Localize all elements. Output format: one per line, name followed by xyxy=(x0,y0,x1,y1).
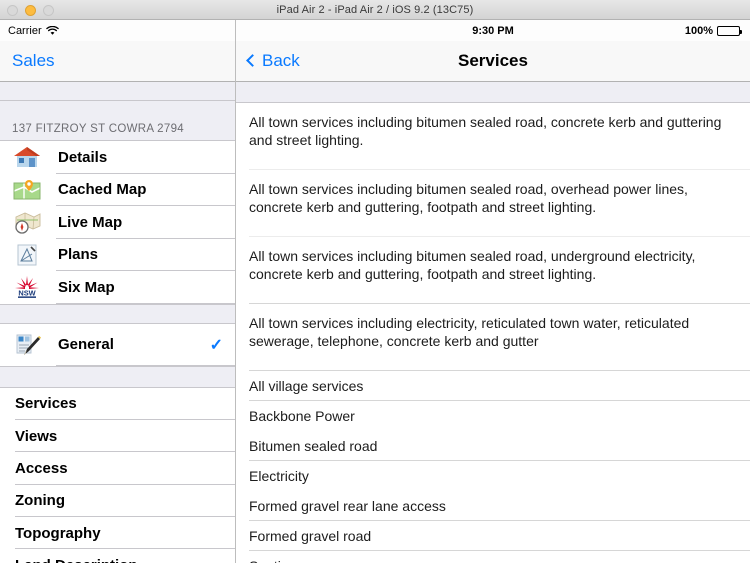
sidebar-item-label: Zoning xyxy=(15,492,65,510)
sidebar-item-label: Views xyxy=(15,427,58,445)
detail-status-bar: 9:30 PM 100% xyxy=(236,20,750,41)
list-item[interactable]: Bitumen sealed road xyxy=(236,431,750,461)
carrier-status: Carrier xyxy=(8,25,59,37)
maximize-button[interactable] xyxy=(43,4,54,16)
sidebar-item-views[interactable]: Views xyxy=(0,419,235,453)
sidebar-item-zoning[interactable]: Zoning xyxy=(0,484,235,518)
nsw-government-icon: NSW xyxy=(10,272,44,302)
list-item[interactable]: All village services xyxy=(236,371,750,401)
back-button[interactable]: Back xyxy=(246,51,300,71)
compass-map-icon xyxy=(10,207,44,237)
list-item[interactable]: Formed gravel road xyxy=(236,521,750,551)
list-item-text: All town services including bitumen seal… xyxy=(249,181,688,215)
sidebar-group-gap-2 xyxy=(0,365,235,388)
list-item-text: All town services including bitumen seal… xyxy=(249,114,722,148)
list-item-text: Bitumen sealed road xyxy=(249,438,378,454)
sidebar-item-access[interactable]: Access xyxy=(0,452,235,486)
sidebar-item-general[interactable]: General ✓ xyxy=(0,323,235,366)
device-screen: Carrier Sales 137 FITZROY ST COWRA 2794 xyxy=(0,20,750,563)
list-item[interactable]: Formed gravel rear lane access xyxy=(236,491,750,521)
svg-text:NSW: NSW xyxy=(18,289,35,298)
list-item[interactable]: All town services including bitumen seal… xyxy=(236,103,750,170)
list-item-text: All village services xyxy=(249,378,364,394)
sidebar-item-cached-map[interactable]: Cached Map xyxy=(0,173,235,206)
checkmark-icon: ✓ xyxy=(209,336,223,354)
property-address-header: 137 FITZROY ST COWRA 2794 xyxy=(0,101,235,141)
sidebar-item-label: Details xyxy=(58,148,108,166)
sidebar-navbar: Sales xyxy=(0,41,235,82)
sidebar-item-label: Cached Map xyxy=(58,181,147,199)
list-item[interactable]: All town services including electricity,… xyxy=(236,304,750,371)
sidebar-item-label: Services xyxy=(15,395,77,413)
sidebar-item-details[interactable]: Details xyxy=(0,141,235,174)
sidebar-item-label: Land Description xyxy=(15,557,138,563)
map-pin-icon xyxy=(10,175,44,205)
detail-panel: 9:30 PM 100% Back Services All town serv… xyxy=(236,20,750,563)
sidebar-item-label: Access xyxy=(15,459,68,477)
carrier-label: Carrier xyxy=(8,24,42,37)
detail-top-band xyxy=(236,82,750,103)
sidebar-item-label: General xyxy=(58,336,114,353)
list-item-text: All town services including electricity,… xyxy=(249,315,690,349)
page-title: Services xyxy=(458,51,528,70)
sidebar-panel: Carrier Sales 137 FITZROY ST COWRA 2794 xyxy=(0,20,236,563)
house-icon xyxy=(10,142,44,172)
battery-percent-label: 100% xyxy=(684,24,713,37)
detail-navbar: Back Services xyxy=(236,41,750,82)
sidebar-item-plans[interactable]: Plans xyxy=(0,238,235,271)
window-controls xyxy=(7,0,54,20)
sidebar-item-land-description[interactable]: Land Description xyxy=(0,549,235,563)
minimize-button[interactable] xyxy=(25,4,36,16)
sidebar-status-bar: Carrier xyxy=(0,20,235,41)
list-item-text: Formed gravel road xyxy=(249,528,372,544)
services-list[interactable]: All town services including bitumen seal… xyxy=(236,103,750,563)
status-time: 9:30 PM xyxy=(472,24,514,37)
sidebar-item-live-map[interactable]: Live Map xyxy=(0,206,235,239)
sidebar-item-label: Live Map xyxy=(58,213,123,231)
sidebar-item-label: Six Map xyxy=(58,278,115,296)
chevron-left-icon xyxy=(246,54,259,67)
sidebar-item-six-map[interactable]: NSW Six Map xyxy=(0,271,235,304)
sidebar-item-services[interactable]: Services xyxy=(0,387,235,421)
list-item[interactable]: Electricity xyxy=(236,461,750,491)
sidebar-item-label: Plans xyxy=(58,246,99,264)
simulator-window: iPad Air 2 - iPad Air 2 / iOS 9.2 (13C75… xyxy=(0,0,750,563)
close-button[interactable] xyxy=(7,4,18,16)
wifi-icon xyxy=(45,25,59,35)
battery-status: 100% xyxy=(684,24,742,37)
list-item-text: Septic xyxy=(249,557,732,563)
battery-full-icon xyxy=(717,25,742,36)
sidebar-item-topography[interactable]: Topography xyxy=(0,517,235,550)
window-title: iPad Air 2 - iPad Air 2 / iOS 9.2 (13C75… xyxy=(276,3,474,16)
list-item-text: All town services including bitumen seal… xyxy=(249,248,696,282)
list-item[interactable]: Backbone Power xyxy=(236,401,750,431)
document-pen-icon xyxy=(10,330,44,360)
back-button-label: Back xyxy=(262,51,300,70)
list-item-text: Formed gravel rear lane access xyxy=(249,498,446,514)
sidebar-group-gap-1 xyxy=(0,303,235,324)
sidebar-top-gap xyxy=(0,82,235,101)
list-item-text: Electricity xyxy=(249,468,309,484)
list-item[interactable]: All town services including bitumen seal… xyxy=(236,170,750,237)
list-item[interactable]: All town services including bitumen seal… xyxy=(236,237,750,304)
list-item-text: Backbone Power xyxy=(249,408,355,424)
sidebar-item-label: Topography xyxy=(15,524,101,542)
window-titlebar: iPad Air 2 - iPad Air 2 / iOS 9.2 (13C75… xyxy=(0,0,750,20)
list-item[interactable]: Septic xyxy=(236,551,750,563)
blueprint-icon xyxy=(10,240,44,270)
sales-back-link[interactable]: Sales xyxy=(12,51,55,71)
